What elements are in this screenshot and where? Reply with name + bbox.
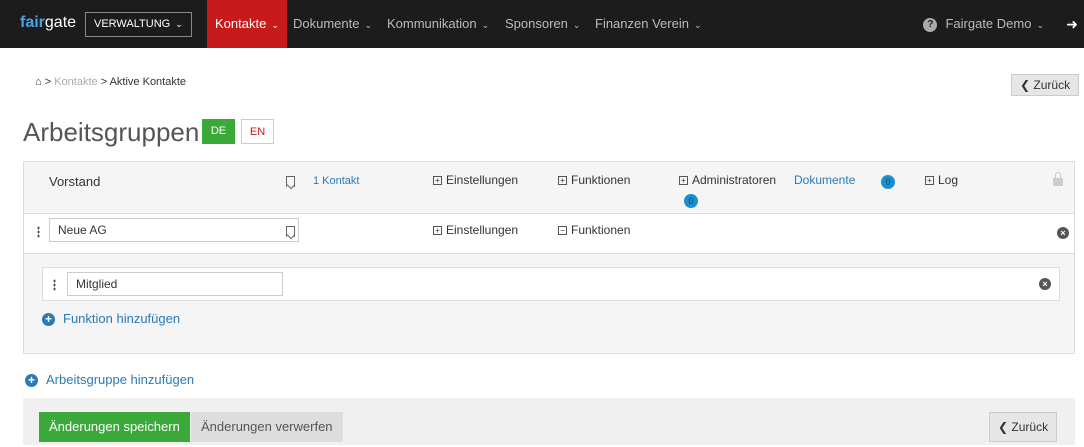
chevron-down-icon: ⌄ <box>271 20 279 30</box>
module-select-label: VERWALTUNG <box>94 18 171 30</box>
chevron-down-icon: ⌄ <box>693 20 702 30</box>
add-group-button[interactable]: + Arbeitsgruppe hinzufügen <box>25 372 195 388</box>
settings-label: Einstellungen <box>446 173 519 187</box>
chevron-down-icon: ⌄ <box>175 19 183 29</box>
settings-label: Einstellungen <box>446 223 519 237</box>
footer-actions: Änderungen speichern Änderungen verwerfe… <box>23 398 1075 445</box>
back-button-top[interactable]: ❮ Zurück <box>1011 74 1080 96</box>
nav-kontakte[interactable]: Kontakte ⌄ <box>207 0 287 48</box>
add-group-label: Arbeitsgruppe hinzufügen <box>46 372 195 387</box>
nav-label: Dokumente <box>293 16 360 31</box>
group-name-input[interactable]: Neue AG <box>49 218 299 242</box>
minus-square-icon: − <box>558 226 567 236</box>
function-name-input[interactable]: Mitglied <box>67 272 283 296</box>
logo-gate: gate <box>44 14 77 31</box>
add-function-button[interactable]: + Funktion hinzufügen <box>42 311 181 327</box>
chevron-left-icon: ❮ <box>998 420 1009 434</box>
group-row-neue-ag: Neue AG + Einstellungen − Funktionen × <box>23 214 1075 254</box>
discard-changes-button[interactable]: Änderungen verwerfen <box>191 412 343 442</box>
save-changes-button[interactable]: Änderungen speichern <box>39 412 190 442</box>
chevron-down-icon: ⌄ <box>1036 20 1044 30</box>
nav-finanzen-verein[interactable]: Finanzen Verein ⌄ <box>595 0 702 48</box>
functions-toggle[interactable]: + Funktionen <box>558 173 630 187</box>
breadcrumb-separator: > <box>100 76 108 88</box>
chevron-down-icon: ⌄ <box>572 20 581 30</box>
drag-handle-icon[interactable] <box>53 279 56 291</box>
admins-label: Administratoren <box>692 173 777 187</box>
lock-icon <box>1053 172 1063 186</box>
group-name: Vorstand <box>49 174 101 189</box>
functions-toggle[interactable]: − Funktionen <box>558 223 630 237</box>
breadcrumb-separator: > <box>44 76 52 88</box>
documents-count-badge: 0 <box>881 175 895 189</box>
nav-label: Sponsoren <box>505 16 568 31</box>
settings-toggle[interactable]: + Einstellungen <box>433 223 518 237</box>
function-row: Mitglied × <box>42 267 1060 301</box>
plus-square-icon: + <box>433 226 442 236</box>
admins-toggle[interactable]: + Administratoren <box>679 173 776 187</box>
plus-circle-icon: + <box>25 374 38 388</box>
admins-count-badge: 0 <box>684 194 698 208</box>
user-name: Fairgate Demo <box>945 16 1032 31</box>
fairgate-logo[interactable]: fairgate <box>20 14 76 32</box>
lang-de-button[interactable]: DE <box>202 119 235 144</box>
home-icon[interactable]: ⌂ <box>35 76 42 88</box>
page-title: Arbeitsgruppen <box>23 117 200 147</box>
plus-circle-icon: + <box>42 313 55 327</box>
nav-kommunikation[interactable]: Kommunikation ⌄ <box>387 0 489 48</box>
lang-en-button[interactable]: EN <box>241 119 274 144</box>
functions-label: Funktionen <box>571 223 631 237</box>
chevron-left-icon: ❮ <box>1020 78 1031 92</box>
breadcrumb: ⌂ > Kontakte > Aktive Kontakte <box>35 76 186 88</box>
breadcrumb-aktive-kontakte: Aktive Kontakte <box>109 76 187 88</box>
module-select[interactable]: VERWALTUNG ⌄ <box>85 12 192 37</box>
plus-square-icon: + <box>679 176 688 186</box>
bookmark-icon[interactable] <box>286 176 295 187</box>
bookmark-icon[interactable] <box>286 226 295 237</box>
nav-label: Finanzen Verein <box>595 16 689 31</box>
remove-group-icon[interactable]: × <box>1057 227 1069 239</box>
nav-sponsoren[interactable]: Sponsoren ⌄ <box>505 0 580 48</box>
functions-panel: Mitglied × + Funktion hinzufügen <box>23 254 1075 354</box>
nav-dokumente[interactable]: Dokumente ⌄ <box>293 0 372 48</box>
log-toggle[interactable]: + Log <box>925 173 958 187</box>
user-menu[interactable]: ? Fairgate Demo ⌄ <box>923 0 1044 48</box>
plus-square-icon: + <box>433 176 442 186</box>
plus-square-icon: + <box>558 176 567 186</box>
logo-fair: fair <box>20 14 45 31</box>
back-button-bottom[interactable]: ❮ Zurück <box>989 412 1058 442</box>
settings-toggle[interactable]: + Einstellungen <box>433 173 518 187</box>
breadcrumb-kontakte[interactable]: Kontakte <box>54 76 97 88</box>
chevron-down-icon: ⌄ <box>481 20 490 30</box>
nav-label: Kontakte <box>215 16 267 31</box>
chevron-down-icon: ⌄ <box>364 20 373 30</box>
contacts-link[interactable]: 1 Kontakt <box>313 175 359 187</box>
plus-square-icon: + <box>925 176 934 186</box>
add-function-label: Funktion hinzufügen <box>63 311 181 326</box>
remove-function-icon[interactable]: × <box>1039 278 1051 290</box>
back-label: Zurück <box>1011 420 1049 434</box>
nav-label: Kommunikation <box>387 16 477 31</box>
help-icon[interactable]: ? <box>923 17 938 32</box>
functions-label: Funktionen <box>571 173 631 187</box>
top-navbar: fairgate VERWALTUNG ⌄ Kontakte ⌄ Dokumente… <box>0 0 1084 48</box>
drag-handle-icon[interactable] <box>37 226 40 238</box>
group-row-vorstand: Vorstand 1 Kontakt + Einstellungen + Funkt… <box>23 161 1075 214</box>
log-label: Log <box>938 173 959 187</box>
back-label: Zurück <box>1033 78 1071 92</box>
documents-link[interactable]: Dokumente <box>794 173 855 187</box>
logout-icon[interactable]: ➜ <box>1066 16 1078 33</box>
